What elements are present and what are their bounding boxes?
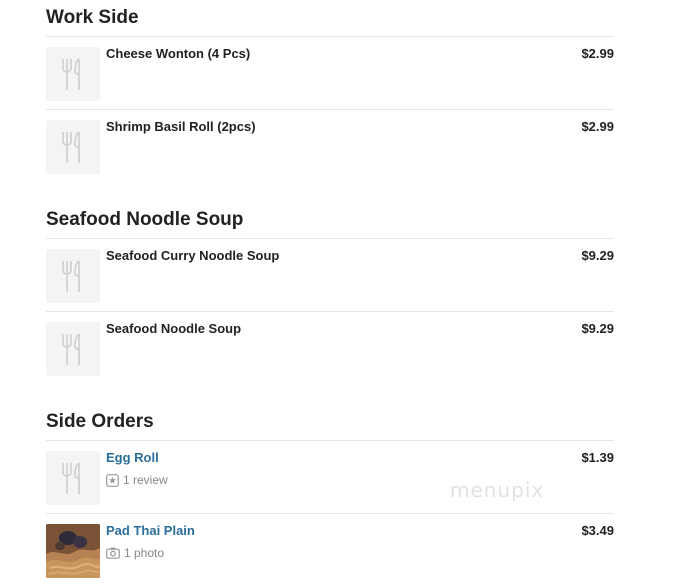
fork-knife-icon	[46, 249, 100, 303]
section-title: Seafood Noodle Soup	[46, 202, 614, 239]
item-name: Seafood Curry Noodle Soup	[106, 248, 280, 263]
menu-item: Pad Thai Plain 1 photo $3.49	[46, 514, 614, 586]
item-price: $1.39	[581, 450, 614, 465]
item-name: Cheese Wonton (4 Pcs)	[106, 46, 251, 61]
fork-knife-icon	[46, 322, 100, 376]
item-name: Shrimp Basil Roll (2pcs)	[106, 119, 256, 134]
section-title: Work Side	[46, 0, 614, 37]
fork-knife-icon	[46, 120, 100, 174]
section-title: Side Orders	[46, 404, 614, 441]
item-name: Seafood Noodle Soup	[106, 321, 242, 336]
menu-section-work-side: Work Side Cheese Wonton (4 Pcs) $2.99 Sh…	[46, 0, 614, 182]
review-count-text: 1 review	[123, 473, 168, 487]
photo-count[interactable]: 1 photo	[106, 546, 164, 560]
review-count[interactable]: 1 review	[106, 473, 168, 487]
item-price: $9.29	[581, 248, 614, 263]
item-name-link[interactable]: Pad Thai Plain	[106, 523, 195, 538]
item-name-link[interactable]: Egg Roll	[106, 450, 159, 465]
item-price: $3.49	[581, 523, 614, 538]
camera-icon	[106, 547, 120, 559]
menu-item: Seafood Noodle Soup $9.29	[46, 312, 614, 384]
item-photo[interactable]	[46, 524, 100, 578]
menu-page: { "sections": [ { "title": "Work Side", …	[0, 0, 682, 578]
menu-item: Shrimp Basil Roll (2pcs) $2.99	[46, 110, 614, 182]
fork-knife-icon	[46, 451, 100, 505]
fork-knife-icon	[46, 47, 100, 101]
menu-item: Cheese Wonton (4 Pcs) $2.99	[46, 37, 614, 110]
item-price: $9.29	[581, 321, 614, 336]
item-price: $2.99	[581, 46, 614, 61]
item-price: $2.99	[581, 119, 614, 134]
menupix-watermark: menupix	[450, 478, 545, 502]
review-star-icon	[106, 473, 119, 487]
menu-item: Seafood Curry Noodle Soup $9.29	[46, 239, 614, 312]
photo-count-text: 1 photo	[124, 546, 165, 560]
menu-section-seafood-noodle-soup: Seafood Noodle Soup Seafood Curry Noodle…	[46, 202, 614, 384]
